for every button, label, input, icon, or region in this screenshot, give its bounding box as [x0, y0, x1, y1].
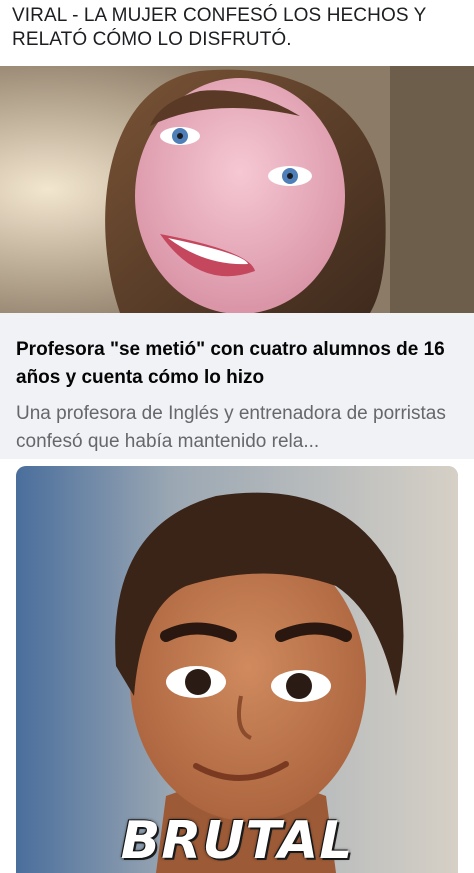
link-preview-title[interactable]: Profesora "se metió" con cuatro alumnos …: [16, 336, 456, 392]
meme-image[interactable]: BRUTAL: [16, 466, 458, 873]
link-preview-card[interactable]: Profesora "se metió" con cuatro alumnos …: [0, 66, 474, 459]
meme-caption: BRUTAL: [120, 811, 354, 871]
link-preview-image[interactable]: [0, 66, 474, 313]
post-text: VIRAL - LA MUJER CONFESÓ LOS HECHOS Y RE…: [12, 5, 427, 50]
link-preview-description: Una profesora de Inglés y entrenadora de…: [16, 403, 446, 452]
